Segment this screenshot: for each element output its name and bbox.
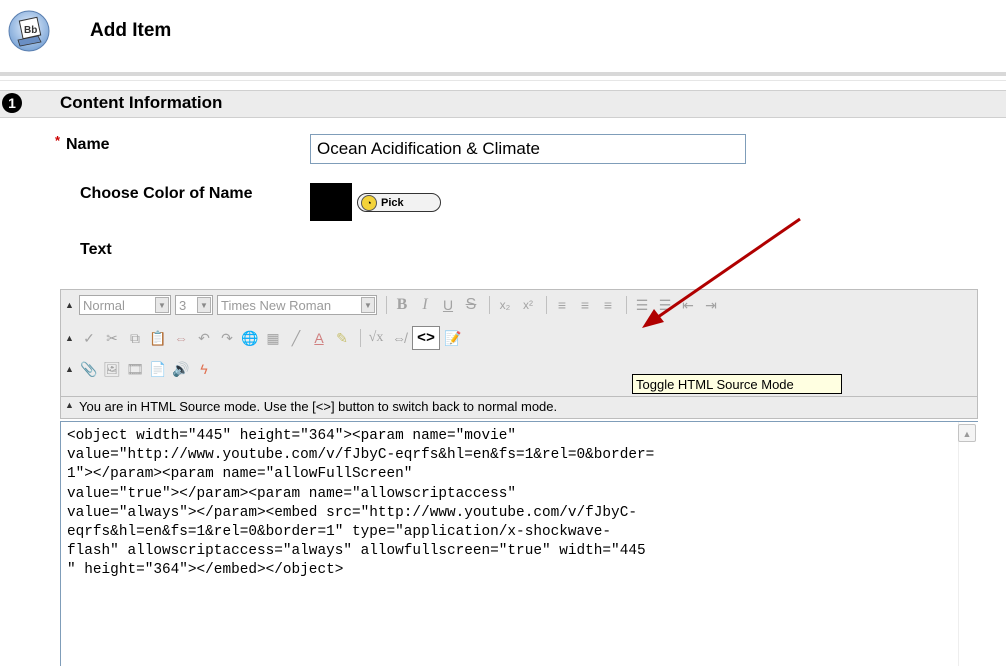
attach-file-icon[interactable]: 📎 — [79, 359, 99, 379]
name-label: Name — [66, 136, 110, 153]
palette-icon: ◔ — [361, 194, 377, 211]
align-left-button[interactable]: ≡ — [552, 295, 572, 315]
equation-icon[interactable]: √x — [366, 328, 386, 348]
pick-button-label: Pick — [381, 196, 404, 209]
chevron-down-icon: ▼ — [197, 297, 211, 313]
source-line: value="http://www.youtube.com/v/fJbyC-eq… — [67, 447, 655, 464]
toolbar-separator — [546, 296, 547, 314]
required-mark: * — [55, 133, 61, 148]
strikethrough-button[interactable]: S — [461, 295, 481, 315]
chevron-down-icon: ▼ — [361, 297, 375, 313]
font-select-value: Times New Roman — [221, 297, 332, 313]
source-line: 1"></param><param name="allowFullScreen" — [67, 466, 413, 483]
logo-text: Bb — [24, 25, 37, 36]
chevron-down-icon: ▼ — [155, 297, 169, 313]
draw-line-icon[interactable]: ╱ — [286, 328, 306, 348]
size-select-value: 3 — [179, 297, 187, 313]
header-divider — [0, 72, 1006, 76]
source-line: " height="364"></embed></object> — [67, 562, 344, 579]
spellcheck-icon[interactable]: ✓ — [79, 328, 99, 348]
insert-image-icon[interactable]: 🖼 — [102, 359, 122, 379]
toolbar-row-3: ▲ 📎 🖼 🎞 📄 🔊 ϟ — [65, 357, 217, 381]
source-line: eqrfs&hl=en&fs=1&rel=0&border=1" type="a… — [67, 524, 612, 541]
italic-button[interactable]: I — [415, 295, 435, 315]
find-replace-icon[interactable]: ⇔ — [171, 328, 191, 348]
insert-media-icon[interactable]: 🎞 — [125, 359, 145, 379]
insert-flash-icon[interactable]: ϟ — [194, 359, 214, 379]
toggle-html-source-button[interactable]: <> — [412, 326, 440, 350]
toolbar-row-1: ▲ Normal ▼ 3 ▼ Times New Roman ▼ B I U S… — [65, 293, 724, 317]
toggle-source-tooltip: Toggle HTML Source Mode — [632, 374, 842, 394]
source-line: value="true"></param><param name="allows… — [67, 485, 517, 502]
collapse-row-icon[interactable]: ▲ — [65, 333, 75, 343]
collapse-row-icon[interactable]: ▲ — [65, 300, 75, 310]
cut-icon[interactable]: ✂ — [102, 328, 122, 348]
ordered-list-button[interactable]: ☰ — [632, 295, 652, 315]
indent-button[interactable]: ⇥ — [701, 295, 721, 315]
font-select[interactable]: Times New Roman ▼ — [217, 295, 377, 315]
step-number-badge: 1 — [2, 93, 22, 113]
highlight-icon[interactable]: ✎ — [332, 328, 352, 348]
undo-icon[interactable]: ↶ — [194, 328, 214, 348]
insert-html-icon[interactable]: ⇎ — [389, 328, 409, 348]
source-mode-status: You are in HTML Source mode. Use the [<>… — [60, 397, 978, 419]
text-color-icon[interactable]: A — [309, 328, 329, 348]
paste-icon[interactable]: 📋 — [148, 328, 168, 348]
format-select[interactable]: Normal ▼ — [79, 295, 171, 315]
toolbar-separator — [626, 296, 627, 314]
text-label: Text — [80, 241, 112, 258]
outdent-button[interactable]: ⇤ — [678, 295, 698, 315]
toolbar-separator — [489, 296, 490, 314]
page-title: Add Item — [90, 20, 172, 41]
insert-document-icon[interactable]: 📄 — [148, 359, 168, 379]
toolbar-separator — [386, 296, 387, 314]
name-color-swatch — [310, 183, 352, 221]
insert-link-icon[interactable]: 🌐 — [240, 328, 260, 348]
vertical-scrollbar[interactable] — [958, 422, 978, 666]
scroll-up-arrow-icon[interactable]: ▲ — [958, 424, 976, 442]
align-right-button[interactable]: ≡ — [598, 295, 618, 315]
size-select[interactable]: 3 ▼ — [175, 295, 213, 315]
toolbar-separator — [360, 329, 361, 347]
name-input[interactable] — [310, 134, 746, 164]
align-center-button[interactable]: ≡ — [575, 295, 595, 315]
source-line: value="always"></param><embed src="http:… — [67, 504, 637, 521]
preview-icon[interactable]: 📝 — [443, 328, 463, 348]
toolbar-row-2: ▲ ✓ ✂ ⧉ 📋 ⇔ ↶ ↷ 🌐 ▦ ╱ A ✎ √x ⇎ <> 📝 — [65, 326, 466, 350]
collapse-status-icon[interactable]: ▲ — [65, 400, 74, 410]
insert-table-icon[interactable]: ▦ — [263, 328, 283, 348]
underline-button[interactable]: U — [438, 295, 458, 315]
superscript-button[interactable]: x² — [518, 295, 538, 315]
insert-audio-icon[interactable]: 🔊 — [171, 359, 191, 379]
color-label: Choose Color of Name — [80, 185, 253, 202]
pick-color-button[interactable]: ◔ Pick — [357, 193, 441, 212]
section-title: Content Information — [60, 93, 223, 112]
source-line: <object width="445" height="364"><param … — [67, 428, 517, 444]
unordered-list-button[interactable]: ☰ — [655, 295, 675, 315]
subscript-button[interactable]: x₂ — [495, 295, 515, 315]
redo-icon[interactable]: ↷ — [217, 328, 237, 348]
copy-icon[interactable]: ⧉ — [125, 328, 145, 348]
html-source-text: <object width="445" height="364"><param … — [67, 427, 947, 581]
source-line: flash" allowscriptaccess="always" allowf… — [67, 543, 646, 560]
bold-button[interactable]: B — [392, 295, 412, 315]
blackboard-logo-icon: Bb — [8, 10, 50, 52]
collapse-row-icon[interactable]: ▲ — [65, 364, 75, 374]
format-select-value: Normal — [83, 297, 125, 313]
header-divider-thin — [0, 80, 1006, 81]
